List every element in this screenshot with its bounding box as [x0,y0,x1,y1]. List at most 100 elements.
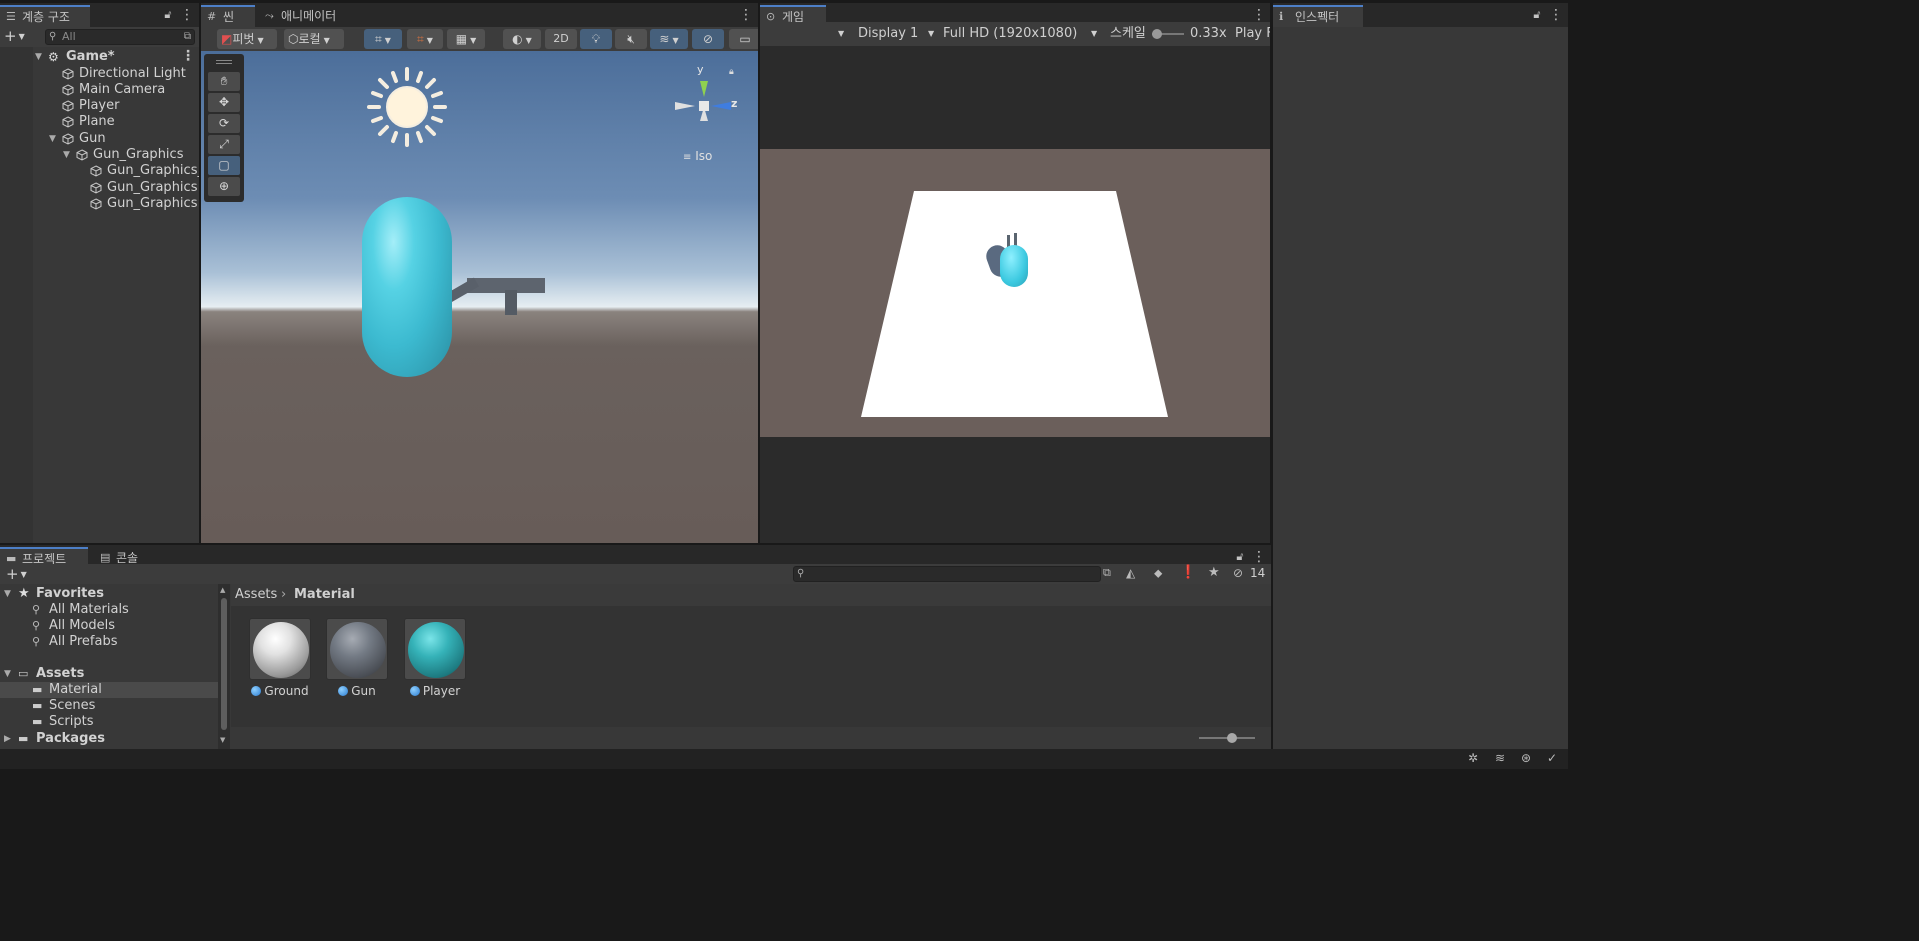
filter-by-label-icon[interactable]: ⬥ [1154,566,1162,581]
lock-icon[interactable]: 🔓︎ [1531,7,1543,21]
favorite-item-all-prefabs[interactable]: ⚲ All Prefabs [0,634,218,650]
pivot-dropdown[interactable]: ◩피벗 ▼ [217,29,277,49]
thumbnail-size-slider-thumb[interactable] [1227,733,1237,743]
favorite-star-icon[interactable]: ★ [1208,565,1220,580]
search-filter-icon[interactable]: ⧉ [184,30,191,44]
projection-toggle[interactable]: ≡ Iso [683,149,712,163]
resolution-dropdown[interactable]: Full HD (1920x1080) ▼ [943,22,1103,46]
expand-arrow-icon[interactable]: ▼ [49,131,56,147]
scene-viewport[interactable]: y z 🔒︎ ≡ Iso ✋︎ ✥ ⟳ ⤢ ▢ ⊕ [201,51,758,543]
shading-mode-button[interactable]: ◐ ▼ [503,29,541,49]
grid-snap-button[interactable]: ⌗ ▼ [364,29,402,49]
more-menu-icon[interactable]: ⋮ [1252,7,1266,23]
expand-arrow-icon[interactable]: ▼ [4,666,11,682]
scale-tool-button[interactable]: ⤢ [208,135,240,154]
expand-arrow-icon[interactable]: ▼ [4,586,11,602]
breadcrumb-root[interactable]: Assets [235,584,277,606]
lock-icon[interactable]: 🔓︎ [162,7,174,21]
gun-model[interactable] [444,277,547,315]
more-menu-icon[interactable]: ⋮ [1252,549,1266,565]
favorite-item-all-models[interactable]: ⚲ All Models [0,618,218,634]
more-menu-icon[interactable]: ⋮ [1549,7,1563,23]
cache-server-icon[interactable]: ≋ [1495,751,1505,765]
scroll-up-arrow-icon[interactable]: ▲ [220,586,225,594]
rect-tool-button[interactable]: ▢ [208,156,240,175]
add-button[interactable]: + ▼ [4,28,32,46]
rotate-tool-button[interactable]: ⟳ [208,114,240,133]
debugger-icon[interactable]: ✲ [1468,751,1478,765]
thumbnail-size-slider[interactable] [1199,733,1255,743]
game-mode-dropdown[interactable]: ▼ [838,22,852,46]
assets-header[interactable]: ▼ ▭ Assets [0,666,218,682]
tab-animator[interactable]: ⤳ 애니메이터 [259,5,355,27]
material-asset-player[interactable]: Player [404,618,466,699]
folder-item-scenes[interactable]: ▬ Scenes [0,698,218,714]
material-asset-ground[interactable]: Ground [249,618,311,699]
lock-icon[interactable]: 🔓︎ [1234,549,1246,563]
more-menu-icon[interactable]: ⋮ [180,7,194,23]
player-capsule[interactable] [362,197,452,377]
search-filter-icon[interactable]: ⧉ [1103,566,1111,580]
display-dropdown[interactable]: Display 1 ▼ [858,22,938,46]
tab-inspector[interactable]: ℹ 인스펙터 [1273,5,1363,27]
material-asset-gun[interactable]: Gun [326,618,388,699]
scene-row[interactable]: ▼ ⚙ Game* ⋮ [0,48,199,65]
tree-item-directional-light[interactable]: Directional Light [0,66,199,82]
grid-visibility-button[interactable]: ▦ ▼ [447,29,485,49]
tree-item-gun-graphics-child[interactable]: Gun_Graphics [0,196,199,212]
palette-drag-handle[interactable] [216,60,232,64]
effects-dropdown[interactable]: ≋ ▼ [650,29,688,49]
scale-slider-thumb[interactable] [1152,29,1162,39]
scene-visibility-toggle[interactable]: ⊘ [692,29,724,49]
packages-header[interactable]: ▶ ▬ Packages [0,731,218,747]
scale-slider[interactable] [1152,29,1184,39]
auto-generate-lighting-icon[interactable]: ⊛ [1521,751,1531,765]
tab-hierarchy[interactable]: ☰ 계층 구조 [0,5,90,27]
tree-item-gun-graphics-child[interactable]: Gun_Graphics [0,180,199,196]
rect-tool-icon: ▢ [218,158,230,172]
filter-by-type-icon[interactable]: ◭ [1126,566,1135,580]
tab-scene[interactable]: # 씬 [201,5,255,27]
more-menu-icon[interactable]: ⋮ [739,7,753,23]
tree-item-gun-graphics[interactable]: ▼ Gun_Graphics [0,147,199,163]
log-warning-icon[interactable]: ❗ [1180,565,1196,580]
scrollbar-thumb[interactable] [221,598,227,730]
breadcrumb-current[interactable]: Material [294,584,355,606]
folder-item-scripts[interactable]: ▬ Scripts [0,714,218,730]
scene-menu-icon[interactable]: ⋮ [181,48,195,64]
tree-item-plane[interactable]: Plane [0,114,199,130]
tree-item-player[interactable]: Player [0,98,199,114]
tree-item-main-camera[interactable]: Main Camera [0,82,199,98]
game-render-area[interactable] [760,149,1270,437]
hierarchy-search-input[interactable]: ⚲ All ⧉ [45,29,195,45]
mode-2d-toggle[interactable]: 2D [545,29,577,49]
collapse-arrow-icon[interactable]: ▶ [4,731,11,747]
local-global-dropdown[interactable]: ⬡로컬 ▼ [284,29,344,49]
tree-item-gun-graphics-child[interactable]: Gun_Graphics_ [0,163,199,179]
check-circle-icon[interactable]: ✓ [1547,751,1557,765]
play-focused-dropdown[interactable]: Play F [1235,22,1270,46]
camera-dropdown[interactable]: ▭ [729,29,758,49]
expand-arrow-icon[interactable]: ▼ [35,49,42,65]
expand-arrow-icon[interactable]: ▼ [63,147,70,163]
hidden-packages-eye-icon[interactable]: ⊘ [1233,566,1243,580]
project-search-input[interactable]: ⚲ [793,566,1101,582]
folder-item-material[interactable]: ▬ Material [0,682,218,698]
audio-toggle[interactable]: 🔇︎ [615,29,647,49]
favorites-header[interactable]: ▼ ★ Favorites [0,586,218,602]
favorite-item-all-materials[interactable]: ⚲ All Materials [0,602,218,618]
asset-browser-footer [231,727,1271,749]
scroll-down-arrow-icon[interactable]: ▼ [220,736,225,744]
transform-tool-button[interactable]: ⊕ [208,177,240,196]
material-name: Player [422,684,461,698]
directional-light-sun-icon[interactable] [365,65,449,149]
create-asset-button[interactable]: + ▼ [6,565,34,583]
increment-snap-button[interactable]: ⌗ ▼ [407,29,443,49]
shading-sphere-icon: ◐ [512,32,523,46]
move-tool-button[interactable]: ✥ [208,93,240,112]
gizmo-lock-icon[interactable]: 🔒︎ [729,67,734,77]
tree-scrollbar[interactable]: ▲ ▼ [218,584,230,749]
lighting-toggle[interactable]: 💡︎ [580,29,612,49]
hand-tool-button[interactable]: ✋︎ [208,72,240,91]
tree-item-gun[interactable]: ▼ Gun [0,131,199,147]
